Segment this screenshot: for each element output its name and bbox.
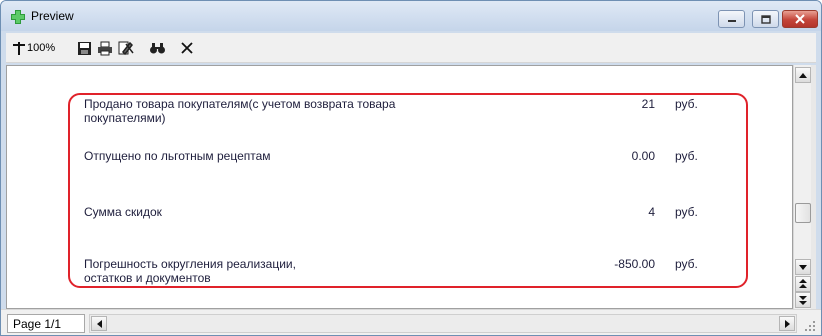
app-icon bbox=[11, 10, 25, 24]
vertical-scrollbar[interactable] bbox=[793, 65, 811, 309]
row-label-line1: Отпущено по льготным рецептам bbox=[84, 149, 271, 163]
print-button[interactable] bbox=[97, 39, 113, 57]
row-value: -850.00 bbox=[614, 257, 655, 271]
close-preview-button[interactable] bbox=[180, 39, 194, 57]
page-indicator: Page 1/1 bbox=[7, 314, 85, 333]
window-title: Preview bbox=[31, 9, 74, 23]
row-label-line1: Продано товара покупателям(с учетом возв… bbox=[84, 97, 396, 111]
row-value: 4 bbox=[648, 205, 655, 219]
page-up-button[interactable] bbox=[795, 276, 811, 292]
row-label-line2: покупателями) bbox=[84, 111, 166, 125]
page-setup-button[interactable] bbox=[117, 39, 135, 57]
row-unit: руб. bbox=[675, 257, 698, 271]
scroll-right-button[interactable] bbox=[779, 316, 795, 331]
find-button[interactable] bbox=[149, 39, 166, 57]
row-label: Сумма скидок bbox=[84, 205, 162, 219]
row-unit: руб. bbox=[675, 149, 698, 163]
page-down-button[interactable] bbox=[795, 292, 811, 308]
zoom-button[interactable]: 100% bbox=[13, 39, 55, 57]
report-page[interactable]: Продано товара покупателям(с учетом возв… bbox=[6, 65, 793, 309]
print-icon bbox=[98, 41, 112, 55]
scroll-left-button[interactable] bbox=[91, 316, 107, 331]
arrow-right-icon bbox=[784, 319, 790, 328]
title-bar[interactable]: Preview bbox=[1, 1, 821, 31]
row-value: 21 bbox=[641, 97, 655, 111]
arrow-up-icon bbox=[799, 72, 807, 78]
horizontal-scrollbar[interactable] bbox=[89, 314, 797, 333]
row-label-line1: Сумма скидок bbox=[84, 205, 162, 219]
arrow-left-icon bbox=[96, 319, 102, 328]
row-label-line1: Погрешность округления реализации, bbox=[84, 257, 296, 271]
zoom-icon bbox=[13, 42, 25, 55]
close-preview-icon bbox=[181, 42, 193, 54]
scroll-up-button[interactable] bbox=[795, 67, 811, 83]
find-icon bbox=[150, 43, 165, 54]
resize-grip-icon[interactable] bbox=[804, 320, 816, 332]
row-label: Отпущено по льготным рецептам bbox=[84, 149, 271, 163]
row-label: Продано товара покупателям(с учетом возв… bbox=[84, 97, 395, 125]
page-setup-icon bbox=[118, 41, 134, 56]
zoom-level: 100% bbox=[27, 42, 56, 54]
window-edge bbox=[811, 65, 816, 309]
minimize-button[interactable] bbox=[718, 10, 745, 28]
minimize-icon bbox=[727, 20, 736, 22]
preview-window: Preview 100% Продано товара покупателям(… bbox=[0, 0, 822, 336]
row-unit: руб. bbox=[675, 97, 698, 111]
row-value: 0.00 bbox=[631, 149, 655, 163]
save-button[interactable] bbox=[77, 39, 92, 57]
close-button[interactable] bbox=[782, 10, 818, 28]
row-unit: руб. bbox=[675, 205, 698, 219]
save-icon bbox=[78, 41, 91, 55]
scroll-down-button[interactable] bbox=[795, 259, 811, 275]
double-arrow-up-icon bbox=[799, 279, 807, 288]
status-bar: Page 1/1 bbox=[1, 309, 821, 335]
toolbar: 100% bbox=[6, 33, 816, 63]
row-label: Погрешность округления реализации, остат… bbox=[84, 257, 296, 285]
maximize-icon bbox=[760, 14, 771, 24]
arrow-down-icon bbox=[799, 264, 807, 270]
row-label-line2: остатков и документов bbox=[84, 271, 211, 285]
close-icon bbox=[795, 14, 805, 24]
double-arrow-down-icon bbox=[799, 296, 807, 305]
scroll-thumb[interactable] bbox=[795, 203, 811, 223]
maximize-button[interactable] bbox=[752, 10, 779, 28]
